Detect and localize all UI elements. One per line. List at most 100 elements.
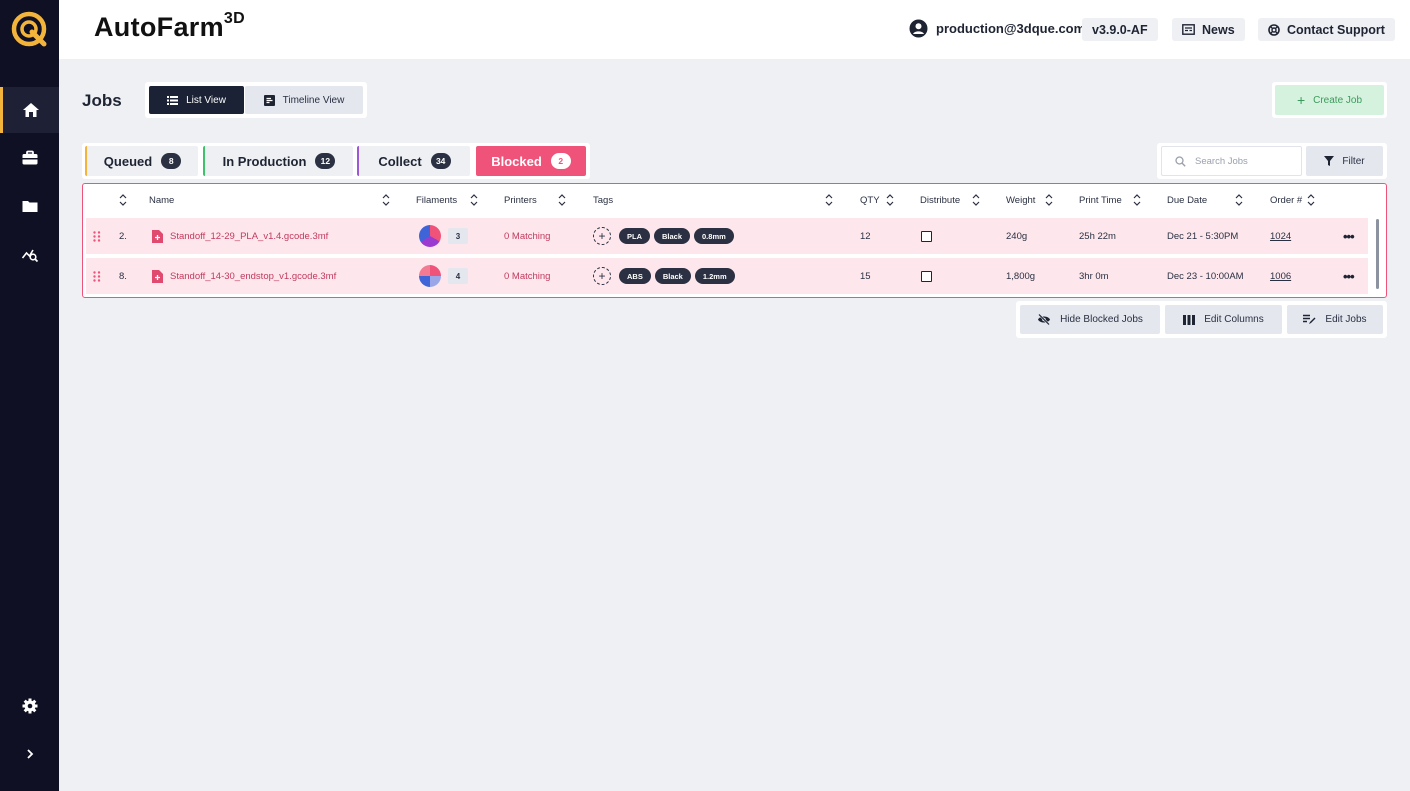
- sidebar-item-jobs[interactable]: [0, 135, 59, 181]
- tab-collect-count: 34: [430, 153, 451, 169]
- sort-icon[interactable]: [1235, 194, 1243, 206]
- job-name: Standoff_14-30_endstop_v1.gcode.3mf: [170, 270, 337, 282]
- distribute-checkbox[interactable]: [921, 230, 932, 242]
- plus-icon: +: [1296, 92, 1306, 108]
- column-header-due-date[interactable]: Due Date: [1167, 195, 1207, 206]
- tab-queued[interactable]: Queued 8: [85, 146, 198, 176]
- printers-matching[interactable]: 0 Matching: [504, 258, 550, 294]
- newspaper-icon: [1182, 24, 1195, 35]
- filament-count: 4: [448, 268, 468, 284]
- printers-matching[interactable]: 0 Matching: [504, 218, 550, 254]
- order-number-link[interactable]: 1006: [1270, 258, 1291, 294]
- sort-icon[interactable]: [382, 194, 390, 206]
- column-header-printers[interactable]: Printers: [504, 195, 537, 206]
- gear-icon: [22, 698, 37, 714]
- file-icon: [152, 229, 163, 243]
- columns-icon: [1183, 314, 1196, 325]
- job-name-link[interactable]: Standoff_14-30_endstop_v1.gcode.3mf: [152, 258, 336, 294]
- due-date-cell: Dec 23 - 10:00AM: [1167, 270, 1244, 282]
- tab-in-production-count: 12: [315, 153, 336, 169]
- order-number-link[interactable]: 1024: [1270, 218, 1291, 254]
- autofarm-logo-icon[interactable]: [10, 10, 48, 48]
- sort-icon[interactable]: [1133, 194, 1141, 206]
- table-row[interactable]: 2. Standoff_12-29_PLA_v1.4.gcode.3mf 3 0…: [86, 218, 1368, 254]
- column-header-qty[interactable]: QTY: [860, 195, 880, 206]
- tag-chip[interactable]: Black: [654, 228, 691, 244]
- column-header-name[interactable]: Name: [149, 195, 174, 206]
- sidebar-item-home[interactable]: [0, 87, 59, 133]
- filaments-cell[interactable]: 3: [419, 218, 468, 254]
- tab-in-production[interactable]: In Production 12: [203, 146, 353, 176]
- tag-chip[interactable]: 0.8mm: [694, 228, 734, 244]
- tag-chip[interactable]: Black: [654, 268, 691, 284]
- sort-icon[interactable]: [470, 194, 478, 206]
- row-index: 2.: [119, 230, 127, 242]
- job-name-link[interactable]: Standoff_12-29_PLA_v1.4.gcode.3mf: [152, 218, 328, 254]
- column-header-print-time[interactable]: Print Time: [1079, 195, 1122, 206]
- tab-collect-label: Collect: [378, 153, 422, 169]
- column-header-tags[interactable]: Tags: [593, 195, 613, 206]
- sort-icon[interactable]: [119, 194, 127, 206]
- tag-chip[interactable]: ABS: [619, 268, 651, 284]
- distribute-checkbox-cell[interactable]: [921, 258, 932, 294]
- hide-blocked-jobs-button[interactable]: Hide Blocked Jobs: [1020, 305, 1160, 334]
- sidebar-expand-toggle[interactable]: [0, 731, 59, 777]
- column-header-weight[interactable]: Weight: [1006, 195, 1035, 206]
- table-row[interactable]: 8. Standoff_14-30_endstop_v1.gcode.3mf 4…: [86, 258, 1368, 294]
- edit-list-icon: [1303, 314, 1316, 324]
- timeline-view-button[interactable]: Timeline View: [245, 86, 363, 114]
- list-view-button[interactable]: List View: [149, 86, 244, 114]
- add-tag-button[interactable]: +: [593, 267, 611, 285]
- edit-jobs-label: Edit Jobs: [1325, 314, 1367, 325]
- search-input[interactable]: Search Jobs: [1161, 146, 1302, 176]
- tag-chip[interactable]: 1.2mm: [694, 268, 735, 284]
- filaments-cell[interactable]: 4: [419, 258, 468, 294]
- column-header-distribute[interactable]: Distribute: [920, 195, 960, 206]
- sidebar-item-settings[interactable]: [0, 683, 59, 729]
- sort-icon[interactable]: [886, 194, 894, 206]
- column-header-order[interactable]: Order #: [1270, 195, 1302, 206]
- tab-blocked-count: 2: [550, 153, 571, 169]
- news-button[interactable]: News: [1172, 18, 1245, 41]
- drag-handle-icon[interactable]: [93, 218, 101, 254]
- sort-icon[interactable]: [825, 194, 833, 206]
- create-job-button[interactable]: + Create Job: [1275, 85, 1384, 115]
- create-job-label: Create Job: [1313, 94, 1363, 106]
- contact-support-button[interactable]: Contact Support: [1258, 18, 1395, 41]
- create-job-container: + Create Job: [1272, 82, 1387, 118]
- tab-queued-count: 8: [161, 153, 182, 169]
- eye-off-icon: [1038, 314, 1051, 325]
- filter-label: Filter: [1342, 155, 1365, 167]
- row-menu-icon[interactable]: •••: [1343, 258, 1355, 294]
- tab-collect[interactable]: Collect 34: [357, 146, 470, 176]
- sidebar-item-analytics[interactable]: [0, 231, 59, 277]
- sort-icon[interactable]: [972, 194, 980, 206]
- sort-icon[interactable]: [558, 194, 566, 206]
- view-toggle: List View Timeline View: [145, 82, 367, 118]
- distribute-checkbox[interactable]: [921, 270, 932, 282]
- add-tag-button[interactable]: +: [593, 227, 611, 245]
- news-label: News: [1202, 22, 1235, 37]
- tab-blocked[interactable]: Blocked 2: [476, 146, 586, 176]
- drag-handle-icon[interactable]: [93, 258, 101, 294]
- row-menu-icon[interactable]: •••: [1343, 218, 1355, 254]
- sort-icon[interactable]: [1045, 194, 1053, 206]
- edit-columns-button[interactable]: Edit Columns: [1165, 305, 1282, 334]
- sidebar-item-files[interactable]: [0, 183, 59, 229]
- list-icon: [167, 95, 179, 105]
- brand-title: AutoFarm3D: [94, 10, 245, 42]
- distribute-checkbox-cell[interactable]: [921, 218, 932, 254]
- filter-button[interactable]: Filter: [1306, 146, 1383, 176]
- briefcase-icon: [22, 150, 37, 165]
- column-header-label: Distribute: [920, 195, 961, 206]
- user-account[interactable]: production@3dque.com: [909, 19, 1085, 38]
- support-label: Contact Support: [1287, 22, 1385, 37]
- tag-chip[interactable]: PLA: [619, 228, 650, 244]
- column-header-label: Name: [149, 195, 175, 206]
- edit-jobs-button[interactable]: Edit Jobs: [1287, 305, 1383, 334]
- sort-icon[interactable]: [1307, 194, 1315, 206]
- column-header-filaments[interactable]: Filaments: [416, 195, 457, 206]
- qty-cell: 12: [860, 230, 871, 242]
- table-scrollbar[interactable]: [1376, 219, 1379, 289]
- column-header-label: Filaments: [416, 195, 458, 206]
